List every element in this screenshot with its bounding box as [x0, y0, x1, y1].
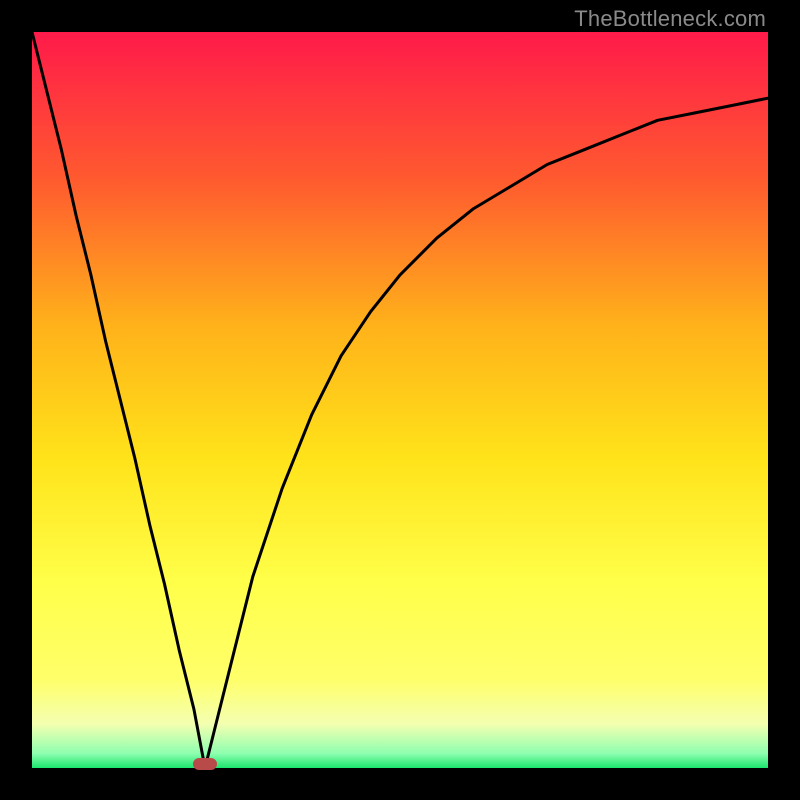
watermark-text: TheBottleneck.com	[574, 6, 766, 32]
chart-plot-area	[32, 32, 768, 768]
bottleneck-curve	[32, 32, 768, 768]
minimum-marker	[193, 758, 217, 770]
